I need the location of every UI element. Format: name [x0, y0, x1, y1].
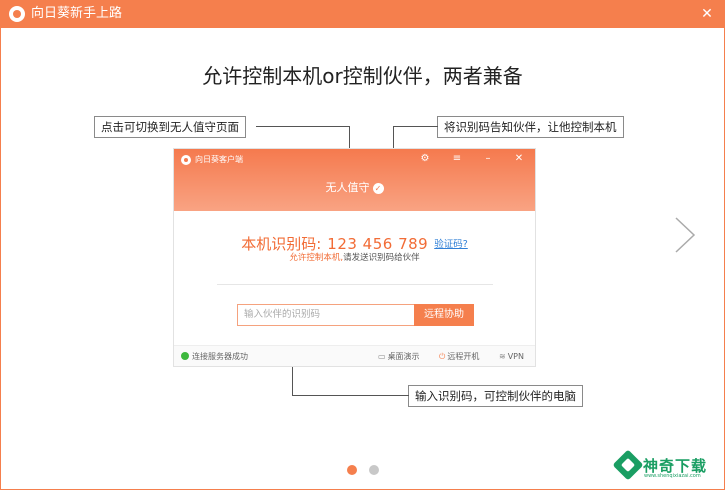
hint-allow-control: 允许控制本机,: [289, 253, 344, 263]
connection-status: 连接服务器成功: [192, 352, 248, 361]
sunflower-logo-icon: [181, 155, 191, 165]
connected-status-icon: [181, 352, 189, 360]
page-heading: 允许控制本机or控制伙伴，两者兼备: [202, 64, 523, 88]
window-close-button[interactable]: ✕: [695, 2, 719, 26]
close-icon[interactable]: ✕: [512, 152, 526, 166]
title-bar: 向日葵新手上路 ✕: [0, 0, 725, 28]
watermark-icon: [612, 449, 644, 481]
next-page-button[interactable]: [672, 216, 698, 254]
verify-code-link[interactable]: 验证码?: [434, 239, 468, 250]
remote-boot-label: 远程开机: [447, 352, 480, 361]
id-hint: 允许控制本机,请发送识别码给伙伴: [174, 252, 535, 264]
desktop-demo-button[interactable]: ▭ 桌面演示: [378, 346, 420, 366]
watermark-url: www.shenqixiazai.com: [644, 473, 701, 479]
callout-share-id: 将识别码告知伙伴，让他控制本机: [437, 116, 624, 138]
partner-id-input[interactable]: 输入伙伴的识别码: [237, 304, 415, 326]
unattended-label: 无人值守: [325, 181, 370, 194]
settings-icon[interactable]: ⚙: [418, 152, 432, 166]
hint-send-id: 请发送识别码给伙伴: [343, 253, 420, 263]
page-dot[interactable]: [368, 465, 379, 475]
client-footer: 连接服务器成功 ▭ 桌面演示 ⏻ 远程开机 ≋ VPN: [174, 345, 535, 366]
desktop-demo-label: 桌面演示: [387, 352, 420, 361]
page-dot-active[interactable]: [346, 465, 357, 475]
leader-line: [256, 126, 350, 127]
vpn-button[interactable]: ≋ VPN: [499, 346, 524, 366]
monitor-icon: ▭: [378, 352, 386, 361]
unattended-toggle[interactable]: 无人值守 ✓: [174, 180, 535, 196]
divider: [217, 284, 493, 285]
client-header: 向日葵客户端 ⚙ ≡ – ✕ 无人值守 ✓: [174, 149, 535, 211]
menu-icon[interactable]: ≡: [450, 152, 464, 166]
leader-line: [393, 126, 438, 127]
close-icon: ✕: [701, 6, 713, 22]
power-icon: ⏻: [439, 352, 446, 361]
remote-assist-button[interactable]: 远程协助: [414, 304, 474, 326]
window-title: 向日葵新手上路: [31, 6, 123, 21]
machine-id-label: 本机识别码:: [241, 235, 322, 253]
vpn-icon: ≋: [499, 352, 506, 361]
callout-enter-id: 输入识别码，可控制伙伴的电脑: [408, 385, 583, 407]
leader-line: [292, 395, 409, 396]
check-circle-icon: ✓: [372, 182, 384, 194]
remote-boot-button[interactable]: ⏻ 远程开机: [439, 346, 480, 366]
machine-id-row: 本机识别码: 123 456 789 验证码?: [174, 233, 535, 254]
vpn-label: VPN: [507, 352, 524, 361]
client-title: 向日葵客户端: [195, 155, 243, 164]
minimize-icon[interactable]: –: [481, 152, 495, 166]
callout-unattended: 点击可切换到无人值守页面: [94, 116, 246, 138]
machine-id-value: 123 456 789: [327, 235, 429, 253]
chevron-right-icon: [675, 217, 696, 253]
client-preview: 向日葵客户端 ⚙ ≡ – ✕ 无人值守 ✓ 本机识别码: 123 456 789 验证…: [173, 148, 536, 367]
sunflower-logo-icon: [9, 6, 25, 22]
watermark-logo: 神奇下载 www.shenqixiazai.com: [612, 449, 717, 481]
